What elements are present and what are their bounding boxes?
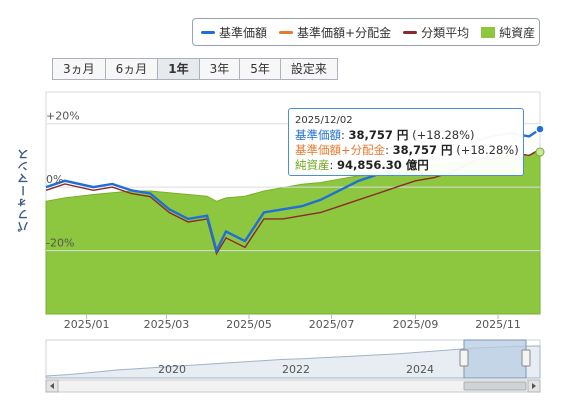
x-tick-label: 2025/01	[64, 318, 110, 331]
navigator-tick-label: 2022	[282, 363, 310, 376]
tooltip-nav-pct: (+18.28%)	[408, 128, 475, 142]
tooltip-assets-value: 94,856.30 億円	[337, 158, 429, 172]
y-tick-label: +20%	[46, 110, 80, 123]
data-tooltip: 2025/12/02 基準価額: 38,757 円 (+18.28%) 基準価額…	[288, 108, 524, 176]
tooltip-navdist-pct: (+18.28%)	[452, 143, 519, 157]
x-tick-label: 2025/05	[226, 318, 272, 331]
navigator-handle-left[interactable]	[459, 349, 469, 367]
navigator-handle-right[interactable]	[521, 349, 531, 367]
scrollbar-thumb[interactable]	[463, 381, 527, 391]
y-tick-label: -20%	[46, 237, 74, 250]
performance-chart: +20% 0% -20% 2025/01 2025/03 2025/05 2025/07 20…	[45, 91, 545, 393]
tooltip-row-assets: 純資産: 94,856.30 億円	[295, 158, 429, 172]
navigator-tick-label: 2024	[406, 363, 434, 376]
x-tick-label: 2025/03	[144, 318, 190, 331]
tooltip-navdist-label: 基準価額+分配金	[295, 143, 386, 157]
navigator-selection[interactable]	[463, 339, 527, 379]
x-tick-label: 2025/11	[475, 318, 521, 331]
tooltip-assets-label: 純資産	[295, 158, 330, 172]
navigator-tick-label: 2020	[158, 363, 186, 376]
tooltip-row-nav-dist: 基準価額+分配金: 38,757 円 (+18.28%)	[295, 143, 519, 157]
x-tick-label: 2025/07	[309, 318, 355, 331]
tooltip-navdist-value: 38,757 円	[392, 143, 453, 157]
tooltip-date: 2025/12/02	[295, 115, 353, 126]
tooltip-row-nav: 基準価額: 38,757 円 (+18.28%)	[295, 128, 475, 142]
hover-marker-assets	[535, 147, 545, 157]
x-tick-label: 2025/09	[393, 318, 439, 331]
tooltip-nav-value: 38,757 円	[348, 128, 409, 142]
y-tick-label: 0%	[46, 173, 63, 186]
hover-marker-nav	[535, 124, 545, 134]
tooltip-nav-label: 基準価額	[295, 128, 341, 142]
